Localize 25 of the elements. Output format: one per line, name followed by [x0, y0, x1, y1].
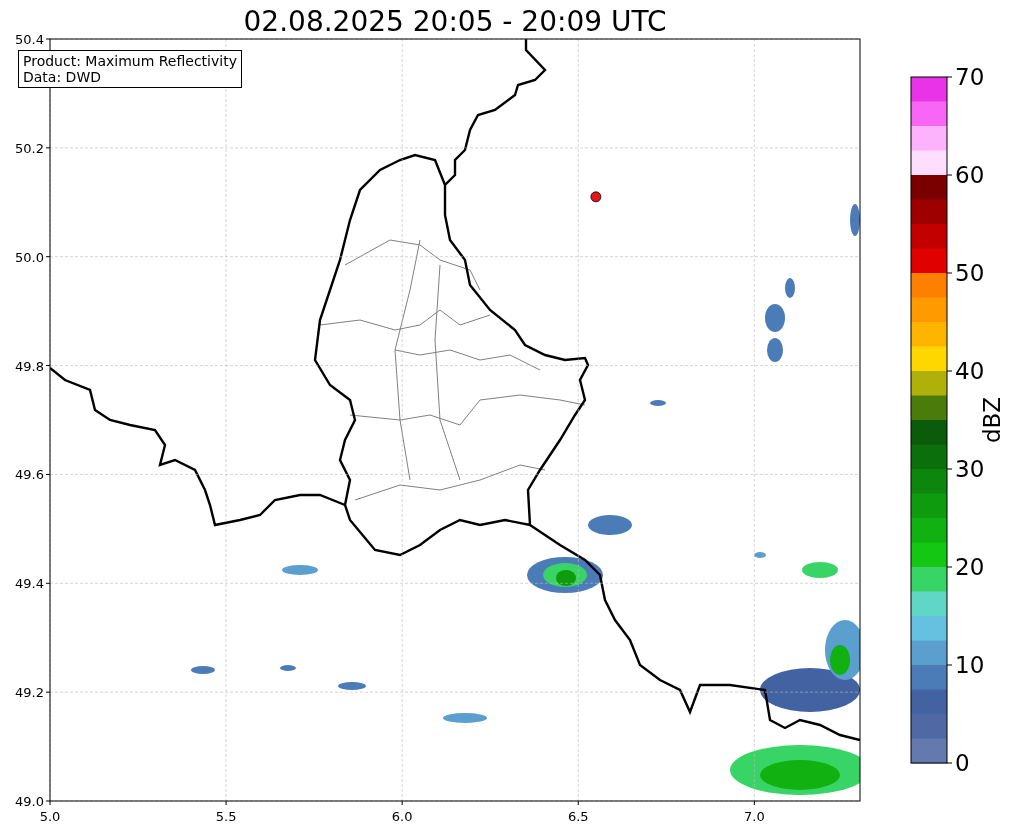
x-tick-label: 6.0 — [391, 809, 413, 824]
y-tick-label: 50.0 — [15, 249, 44, 265]
colorbar-tick-label: 30 — [955, 456, 985, 482]
y-tick-label: 49.8 — [15, 358, 44, 374]
x-tick-label: 7.0 — [744, 809, 765, 824]
colorbar-tick-label: 50 — [955, 260, 985, 286]
colorbar-tick-label: 60 — [955, 162, 985, 188]
y-tick-label: 50.4 — [15, 32, 44, 47]
colorbar-tick-label: 20 — [955, 554, 985, 580]
y-tick-label: 49.6 — [15, 467, 44, 483]
y-tick-label: 49.2 — [15, 685, 44, 701]
info-text: Data: DWD — [23, 69, 102, 85]
colorbar-tick-label: 10 — [955, 652, 985, 678]
colorbar-tick-label: 70 — [955, 64, 985, 90]
info-text: Product: Maximum Reflectivity — [23, 53, 237, 69]
y-tick-label: 50.2 — [15, 140, 44, 156]
x-tick-label: 5.5 — [215, 809, 237, 824]
x-tick-label: 5.0 — [39, 809, 61, 824]
y-tick-label: 49.0 — [15, 794, 44, 809]
colorbar-label: dBZ — [979, 396, 1005, 444]
y-tick-label: 49.4 — [15, 576, 44, 592]
colorbar-tick-label: 0 — [955, 750, 970, 776]
x-tick-label: 6.5 — [567, 809, 589, 824]
chart-title: 02.08.2025 20:05 - 20:09 UTC — [242, 4, 668, 29]
colorbar-tick-label: 40 — [955, 358, 985, 384]
